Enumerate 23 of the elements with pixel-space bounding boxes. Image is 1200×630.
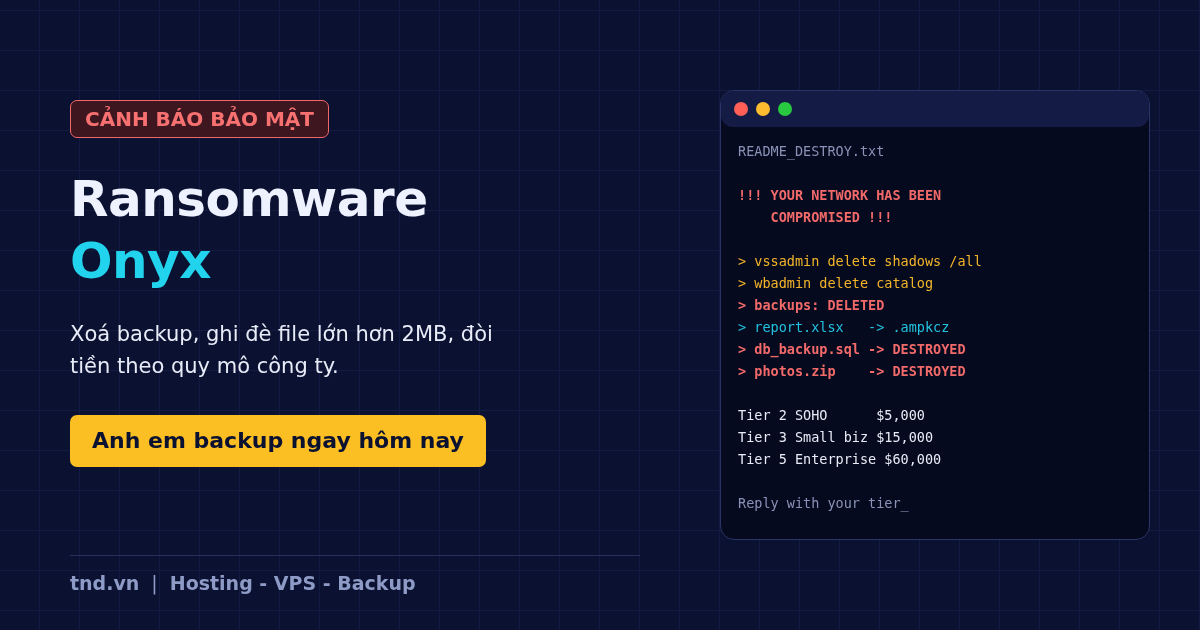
terminal-line: Tier 5 Enterprise $60,000: [738, 450, 942, 469]
terminal-line: > report.xlsx -> .ampkcz: [738, 318, 950, 337]
terminal-line: > db_backup.sql -> DESTROYED: [738, 340, 966, 360]
site-name: tnd.vn: [70, 572, 140, 594]
terminal-line: Tier 3 Small biz $15,000: [738, 428, 934, 447]
terminal-line: > photos.zip -> DESTROYED: [738, 362, 966, 381]
description: Xoá backup, ghi đè file lớn hơn 2MB, đòi tiền theo quy mô công ty.: [70, 321, 494, 380]
terminal-line: Tier 2 SOHO $5,000: [738, 406, 925, 425]
headline: Ransomware: [70, 169, 428, 230]
terminal-line: Reply with your tier_: [738, 494, 909, 514]
maximize-icon[interactable]: [778, 102, 792, 116]
terminal-line: README_DESTROY.txt: [738, 142, 885, 162]
terminal-line: > backups: DELETED: [738, 296, 885, 315]
headline-highlight: Onyx: [70, 231, 211, 292]
separator: |: [151, 572, 158, 594]
terminal-line: > vssadmin delete shadows /all: [738, 252, 982, 271]
terminal-line: !!! YOUR NETWORK HAS BEEN COMPROMISED !!!: [738, 186, 943, 227]
cta-button[interactable]: Anh em backup ngay hôm nay: [70, 415, 486, 467]
alert-badge: CẢNH BÁO BẢO MẬT: [70, 100, 329, 138]
tagline: Hosting - VPS - Backup: [169, 572, 416, 594]
minimize-icon[interactable]: [756, 102, 770, 116]
close-icon[interactable]: [734, 102, 748, 116]
terminal-line: > wbadmin delete catalog: [738, 274, 934, 293]
